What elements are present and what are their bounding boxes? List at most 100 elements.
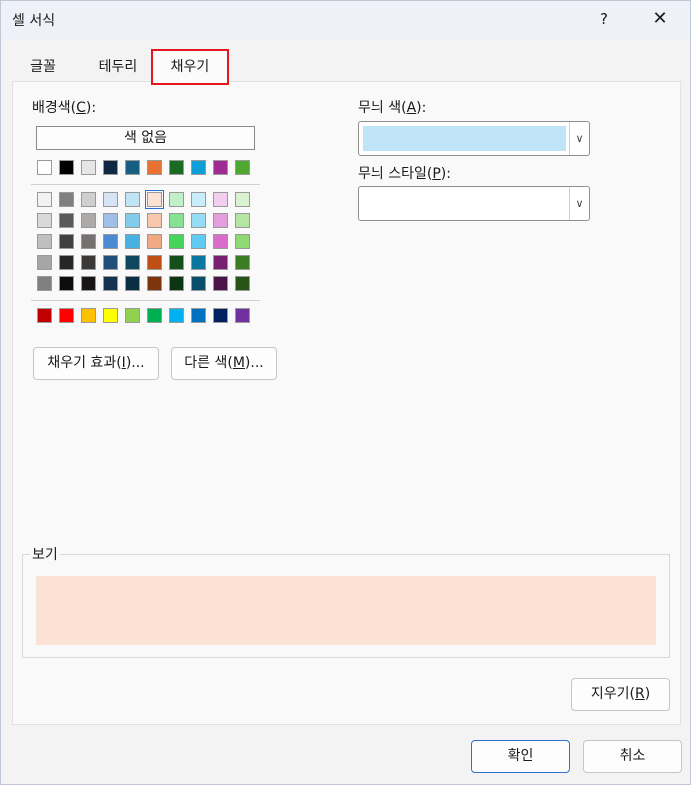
color-swatch-tint[interactable] bbox=[125, 213, 140, 228]
clear-button[interactable]: 지우기(R) bbox=[571, 678, 670, 711]
color-swatch-tint[interactable] bbox=[235, 255, 250, 270]
color-swatch-standard[interactable] bbox=[37, 308, 52, 323]
color-swatch-tint[interactable] bbox=[169, 234, 184, 249]
color-swatch-theme[interactable] bbox=[213, 160, 228, 175]
color-swatch-tint[interactable] bbox=[169, 255, 184, 270]
tab-border[interactable]: 테두리 bbox=[83, 53, 153, 83]
color-swatch-tint[interactable] bbox=[125, 192, 140, 207]
cancel-button[interactable]: 취소 bbox=[583, 740, 682, 773]
color-swatch-tint[interactable] bbox=[169, 276, 184, 291]
dialog-title: 셀 서식 bbox=[12, 13, 56, 29]
fill-effects-accesskey: I bbox=[121, 355, 126, 371]
tab-font[interactable]: 글꼴 bbox=[11, 53, 75, 83]
color-swatch-theme[interactable] bbox=[147, 160, 162, 175]
color-swatch-tint[interactable] bbox=[147, 234, 162, 249]
no-color-button[interactable]: 색 없음 bbox=[36, 126, 255, 150]
color-swatch-tint[interactable] bbox=[59, 276, 74, 291]
preview-label: 보기 bbox=[30, 544, 60, 564]
color-swatch-theme[interactable] bbox=[37, 160, 52, 175]
color-swatch-tint[interactable] bbox=[81, 192, 96, 207]
color-swatch-tint[interactable] bbox=[103, 234, 118, 249]
color-swatch-standard[interactable] bbox=[81, 308, 96, 323]
color-swatch-theme[interactable] bbox=[169, 160, 184, 175]
color-swatch-standard[interactable] bbox=[191, 308, 206, 323]
color-swatch-tint[interactable] bbox=[147, 276, 162, 291]
color-swatch-tint[interactable] bbox=[103, 276, 118, 291]
color-swatch-tint[interactable] bbox=[37, 234, 52, 249]
color-swatch-tint[interactable] bbox=[213, 192, 228, 207]
color-swatch-tint[interactable] bbox=[103, 255, 118, 270]
color-swatch-tint[interactable] bbox=[191, 213, 206, 228]
color-swatch-theme[interactable] bbox=[59, 160, 74, 175]
color-swatch-tint[interactable] bbox=[235, 276, 250, 291]
ok-button[interactable]: 확인 bbox=[471, 740, 570, 773]
pattern-color-label-text: 무늬 색 bbox=[358, 100, 402, 116]
color-swatch-tint[interactable] bbox=[213, 213, 228, 228]
color-swatch-tint[interactable] bbox=[169, 213, 184, 228]
color-swatch-tint[interactable] bbox=[37, 213, 52, 228]
clear-label: 지우기 bbox=[590, 686, 630, 702]
more-colors-label: 다른 색 bbox=[184, 355, 228, 371]
background-color-label-text: 배경색 bbox=[32, 100, 71, 116]
color-swatch-tint[interactable] bbox=[81, 255, 96, 270]
color-swatch-tint[interactable] bbox=[145, 190, 164, 209]
color-swatch-theme[interactable] bbox=[235, 160, 250, 175]
color-swatch-tint[interactable] bbox=[37, 255, 52, 270]
color-swatch-standard[interactable] bbox=[147, 308, 162, 323]
color-swatch-tint[interactable] bbox=[191, 255, 206, 270]
fill-effects-button[interactable]: 채우기 효과(I)... bbox=[33, 347, 159, 380]
color-swatch-tint[interactable] bbox=[81, 276, 96, 291]
chevron-down-icon[interactable]: ∨ bbox=[569, 122, 589, 155]
color-swatch-tint[interactable] bbox=[235, 234, 250, 249]
fill-effects-label: 채우기 효과 bbox=[47, 355, 117, 371]
pattern-style-dropdown[interactable]: ∨ bbox=[358, 186, 590, 221]
color-swatch-tint[interactable] bbox=[213, 276, 228, 291]
color-swatch-standard[interactable] bbox=[103, 308, 118, 323]
help-button[interactable]: ? bbox=[589, 5, 619, 33]
color-swatch-standard[interactable] bbox=[213, 308, 228, 323]
color-swatch-theme[interactable] bbox=[81, 160, 96, 175]
color-swatch-tint[interactable] bbox=[213, 255, 228, 270]
color-swatch-tint[interactable] bbox=[59, 255, 74, 270]
color-swatch-tint[interactable] bbox=[59, 213, 74, 228]
color-swatch-tint[interactable] bbox=[213, 234, 228, 249]
color-swatch-tint[interactable] bbox=[81, 234, 96, 249]
pattern-color-label: 무늬 색(A): bbox=[358, 100, 427, 116]
tab-fill[interactable]: 채우기 bbox=[151, 49, 229, 85]
palette-divider bbox=[31, 300, 260, 301]
format-cells-dialog: 셀 서식 ? ✕ 글꼴 테두리 채우기 배경색(C): 색 없음 채우기 효과(… bbox=[0, 0, 691, 785]
more-colors-ellipsis: ... bbox=[250, 355, 264, 371]
color-swatch-tint[interactable] bbox=[125, 255, 140, 270]
color-swatch-tint[interactable] bbox=[235, 192, 250, 207]
color-swatch-theme[interactable] bbox=[125, 160, 140, 175]
color-swatch-tint[interactable] bbox=[37, 192, 52, 207]
color-swatch-tint[interactable] bbox=[103, 213, 118, 228]
chevron-down-icon[interactable]: ∨ bbox=[569, 187, 589, 220]
color-swatch-tint[interactable] bbox=[59, 234, 74, 249]
color-swatch-tint[interactable] bbox=[191, 192, 206, 207]
color-swatch-standard[interactable] bbox=[235, 308, 250, 323]
color-swatch-tint[interactable] bbox=[169, 192, 184, 207]
color-swatch-tint[interactable] bbox=[191, 234, 206, 249]
color-swatch-theme[interactable] bbox=[191, 160, 206, 175]
close-icon[interactable]: ✕ bbox=[645, 5, 675, 33]
pattern-color-dropdown[interactable]: ∨ bbox=[358, 121, 590, 156]
color-swatch-theme[interactable] bbox=[103, 160, 118, 175]
color-swatch-tint[interactable] bbox=[37, 276, 52, 291]
color-swatch-standard[interactable] bbox=[59, 308, 74, 323]
pattern-style-accesskey: P bbox=[432, 166, 441, 182]
color-swatch-tint[interactable] bbox=[235, 213, 250, 228]
color-swatch-standard[interactable] bbox=[125, 308, 140, 323]
pattern-color-swatch bbox=[363, 126, 566, 151]
more-colors-button[interactable]: 다른 색(M)... bbox=[171, 347, 277, 380]
color-swatch-tint[interactable] bbox=[147, 213, 162, 228]
color-swatch-tint[interactable] bbox=[125, 234, 140, 249]
pattern-color-accesskey: A bbox=[406, 100, 417, 116]
color-swatch-standard[interactable] bbox=[169, 308, 184, 323]
color-swatch-tint[interactable] bbox=[147, 255, 162, 270]
color-swatch-tint[interactable] bbox=[125, 276, 140, 291]
color-swatch-tint[interactable] bbox=[103, 192, 118, 207]
color-swatch-tint[interactable] bbox=[59, 192, 74, 207]
color-swatch-tint[interactable] bbox=[191, 276, 206, 291]
color-swatch-tint[interactable] bbox=[81, 213, 96, 228]
